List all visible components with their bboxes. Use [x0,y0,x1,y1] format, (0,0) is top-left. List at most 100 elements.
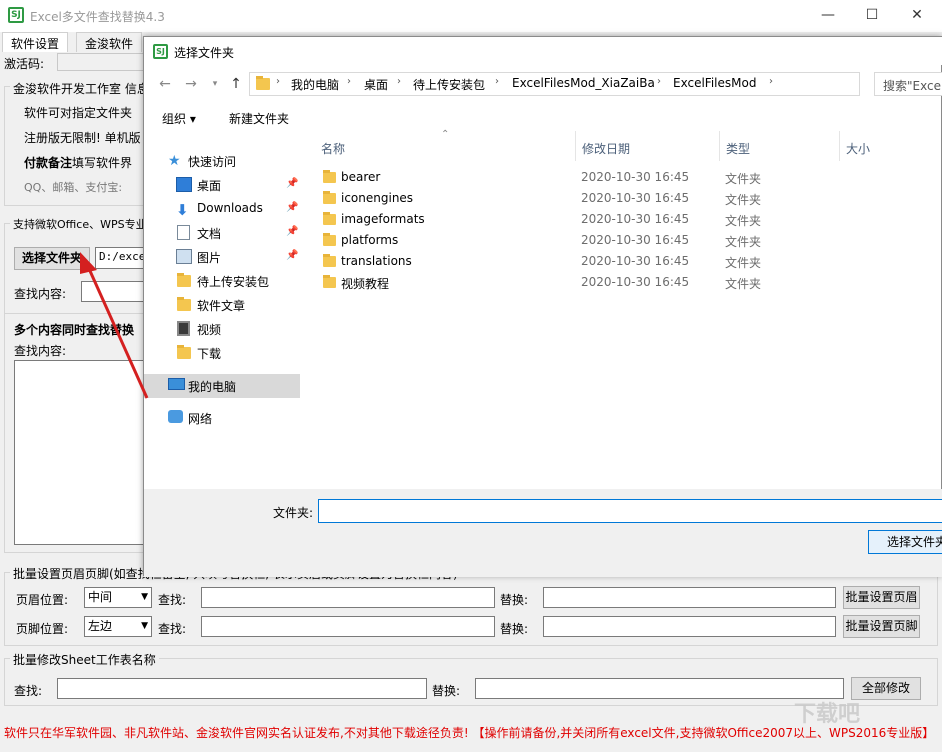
file-row[interactable]: bearer 2020-10-30 16:45 文件夹 [309,167,942,188]
search-input[interactable]: 搜索"ExcelFilesMod" [874,72,942,96]
header-find-label: 查找: [158,591,186,608]
download-icon: ⬇ [176,201,192,216]
nav-item-quick-access[interactable]: ★ 快速访问 [144,149,304,173]
pin-icon: 📌 [286,178,298,189]
folder-icon [323,256,336,267]
command-bar: 组织 ▾ 新建文件夹 [144,103,942,131]
file-row[interactable]: 视频教程 2020-10-30 16:45 文件夹 [309,272,942,293]
nav-item-articles[interactable]: 软件文章 [144,293,304,317]
nav-item-documents[interactable]: 文档 📌 [144,221,304,245]
organize-button[interactable]: 组织 ▾ [162,110,196,127]
nav-item-my-computer[interactable]: 我的电脑 [144,374,304,398]
dialog-navbar: ← → ▾ ↑ › 我的电脑 › 桌面 › 待上传安装包 › ExcelFile… [144,69,942,99]
activation-label: 激活码: [4,55,44,72]
file-date: 2020-10-30 16:45 [581,191,689,205]
choose-folder-button[interactable]: 选择文件夹 [14,247,90,270]
footer-pos-value: 左边 [88,619,112,633]
file-date: 2020-10-30 16:45 [581,254,689,268]
set-header-button[interactable]: 批量设置页眉 [843,586,920,609]
file-row[interactable]: platforms 2020-10-30 16:45 文件夹 [309,230,942,251]
breadcrumb-separator-icon: › [657,76,661,87]
column-size[interactable]: 大小 [846,140,870,157]
header-pos-select[interactable]: 中间▼ [84,587,152,608]
nav-label: 图片 [197,249,221,266]
folder-label: 文件夹: [273,504,313,521]
header-pos-label: 页眉位置: [16,591,68,608]
close-button[interactable]: ✕ [897,4,937,28]
file-name: 视频教程 [341,275,389,292]
pin-icon: 📌 [286,202,298,213]
info-line-3-bold: 付款备注 [24,156,72,170]
file-row[interactable]: imageformats 2020-10-30 16:45 文件夹 [309,209,942,230]
folder-icon [256,78,270,90]
header-pos-value: 中间 [88,590,112,604]
sort-chevron-icon: ⌃ [441,129,449,140]
maximize-button[interactable]: ☐ [852,4,892,28]
tab-jinjun[interactable]: 金浚软件 [76,32,142,52]
breadcrumb-item[interactable]: ExcelFilesMod [673,76,756,90]
footer-find-input[interactable] [201,616,495,637]
window-title: Excel多文件查找替换4.3 [30,8,165,25]
breadcrumb-item[interactable]: ExcelFilesMod_XiaZaiBa [512,76,655,90]
breadcrumb-item[interactable]: 待上传安装包 [413,76,485,93]
new-folder-button[interactable]: 新建文件夹 [229,110,289,127]
search-content-label: 查找内容: [14,285,66,302]
header-find-input[interactable] [201,587,495,608]
select-folder-dialog: SJ 选择文件夹 ← → ▾ ↑ › 我的电脑 › 桌面 › 待上传安装包 › … [143,36,942,576]
nav-label: 文档 [197,225,221,242]
activation-field[interactable] [57,53,147,71]
multi-title: 多个内容同时查找替换 [14,321,134,338]
breadcrumb-separator-icon: › [769,76,773,87]
nav-label: 我的电脑 [188,378,236,395]
breadcrumb-separator-icon: › [347,76,351,87]
file-row[interactable]: translations 2020-10-30 16:45 文件夹 [309,251,942,272]
column-type[interactable]: 类型 [726,140,750,157]
column-divider [839,131,840,161]
nav-item-downloads[interactable]: ⬇ Downloads 📌 [144,197,304,221]
minimize-button[interactable]: — [808,4,848,28]
sheet-replace-input[interactable] [475,678,844,699]
file-date: 2020-10-30 16:45 [581,212,689,226]
up-arrow-icon[interactable]: ↑ [225,73,247,95]
sheet-replace-label: 替换: [432,682,460,699]
nav-label: 视频 [197,321,221,338]
nav-item-videos[interactable]: 视频 [144,317,304,341]
address-bar[interactable]: › 我的电脑 › 桌面 › 待上传安装包 › ExcelFilesMod_Xia… [249,72,860,96]
multi-search-textarea[interactable] [14,360,154,545]
header-replace-input[interactable] [543,587,836,608]
footer-replace-label: 替换: [500,620,528,637]
column-name[interactable]: 名称 [321,140,345,157]
breadcrumb-item[interactable]: 我的电脑 [291,76,339,93]
breadcrumb-item[interactable]: 桌面 [364,76,388,93]
header-replace-label: 替换: [500,591,528,608]
file-name: bearer [341,170,380,184]
nav-item-pictures[interactable]: 图片 📌 [144,245,304,269]
folder-name-input[interactable] [318,499,942,523]
search-content-input[interactable] [81,281,151,302]
info-line-3-rest: 填写软件界 [72,156,132,170]
tab-settings[interactable]: 软件设置 [2,32,68,52]
file-type: 文件夹 [725,191,761,208]
nav-item-network[interactable]: 网络 [144,406,304,430]
recent-chevron-icon[interactable]: ▾ [204,73,226,95]
column-date[interactable]: 修改日期 [582,140,630,157]
sheet-find-input[interactable] [57,678,427,699]
breadcrumb-separator-icon: › [495,76,499,87]
info-line-3: 付款备注填写软件界 [24,154,132,171]
footer-pos-select[interactable]: 左边▼ [84,616,152,637]
set-footer-button[interactable]: 批量设置页脚 [843,615,920,638]
folder-icon [323,193,336,204]
pin-icon: 📌 [286,226,298,237]
back-arrow-icon[interactable]: ← [154,73,176,95]
forward-arrow-icon[interactable]: → [180,73,202,95]
folder-icon [323,214,336,225]
file-row[interactable]: iconengines 2020-10-30 16:45 文件夹 [309,188,942,209]
nav-item-downloads-cn[interactable]: 下载 [144,341,304,365]
nav-item-desktop[interactable]: 桌面 📌 [144,173,304,197]
dialog-footer: 文件夹: 选择文件夹 [144,489,942,577]
modify-all-button[interactable]: 全部修改 [851,677,921,700]
nav-item-pending-packages[interactable]: 待上传安装包 [144,269,304,293]
footer-replace-input[interactable] [543,616,836,637]
select-folder-button[interactable]: 选择文件夹 [868,530,942,554]
file-date: 2020-10-30 16:45 [581,170,689,184]
